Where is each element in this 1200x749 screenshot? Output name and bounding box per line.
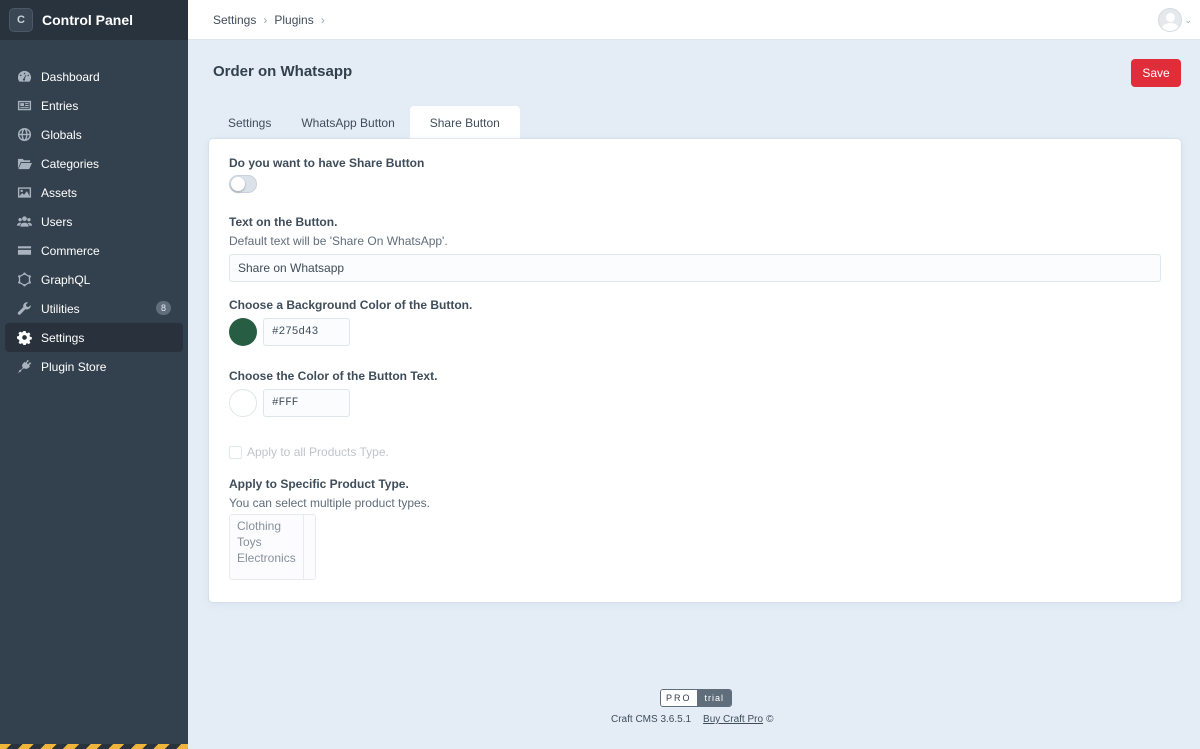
nav-label: Settings	[41, 330, 85, 345]
wrench-icon	[17, 301, 32, 316]
nav-label: Assets	[41, 185, 78, 200]
sidebar-header[interactable]: C Control Panel	[0, 0, 188, 40]
nav-label: Entries	[41, 98, 79, 113]
tab-whatsapp-button[interactable]: WhatsApp Button	[286, 106, 409, 140]
text-color-swatch[interactable]	[229, 389, 257, 417]
tab-bar: Settings WhatsApp Button Share Button	[213, 106, 520, 140]
content-pane: Do you want to have Share Button Text on…	[209, 139, 1181, 602]
utilities-badge: 8	[155, 301, 171, 315]
nav-item-entries[interactable]: Entries	[5, 91, 183, 120]
bg-color-label: Choose a Background Color of the Button.	[229, 298, 473, 312]
save-button[interactable]: Save	[1131, 59, 1181, 87]
bg-color-swatch[interactable]	[229, 318, 257, 346]
newspaper-icon	[17, 98, 32, 113]
option-electronics[interactable]: Electronics	[237, 550, 315, 566]
graphql-icon	[17, 272, 32, 287]
apply-all-checkbox[interactable]	[229, 445, 242, 459]
button-text-instructions: Default text will be 'Share On WhatsApp'…	[229, 234, 448, 248]
nav-label: Plugin Store	[41, 359, 107, 374]
nav-item-utilities[interactable]: Utilities 8	[5, 294, 183, 323]
product-types-label: Apply to Specific Product Type.	[229, 477, 409, 491]
nav-item-commerce[interactable]: Commerce	[5, 236, 183, 265]
plug-icon	[17, 359, 32, 374]
chevron-right-icon: ›	[320, 12, 325, 27]
nav-label: Globals	[41, 127, 82, 142]
nav-label: Commerce	[41, 243, 100, 258]
button-text-label: Text on the Button.	[229, 215, 338, 229]
footer: Craft CMS 3.6.5.1 Buy Craft Pro ©	[611, 714, 773, 725]
breadcrumb-plugins[interactable]: Plugins	[274, 13, 313, 27]
edition-pro: PRO	[661, 690, 697, 706]
option-clothing[interactable]: Clothing	[237, 518, 315, 534]
sidebar: C Control Panel Dashboard Entries Global…	[0, 0, 188, 749]
gauge-icon	[17, 69, 32, 84]
breadcrumb-settings[interactable]: Settings	[213, 13, 256, 27]
chevron-right-icon: ›	[263, 12, 268, 27]
chevron-down-icon: ⌄	[1184, 14, 1192, 25]
main-nav: Dashboard Entries Globals Categories Ass…	[0, 40, 188, 381]
gear-icon	[17, 330, 32, 345]
nav-item-settings[interactable]: Settings	[5, 323, 183, 352]
page-title: Order on Whatsapp	[213, 63, 353, 80]
text-color-input[interactable]	[263, 389, 350, 417]
tab-settings[interactable]: Settings	[213, 106, 286, 140]
edition-trial: trial	[696, 690, 732, 706]
nav-item-assets[interactable]: Assets	[5, 178, 183, 207]
product-types-multiselect[interactable]: Clothing Toys Electronics	[229, 514, 316, 580]
nav-label: Utilities	[41, 301, 80, 316]
user-menu[interactable]: ⌄	[1158, 8, 1192, 32]
product-types-instructions: You can select multiple product types.	[229, 496, 431, 510]
option-toys[interactable]: Toys	[237, 534, 315, 550]
tab-share-button[interactable]: Share Button	[409, 106, 520, 140]
nav-item-dashboard[interactable]: Dashboard	[5, 62, 183, 91]
trial-warning-stripe	[0, 744, 188, 749]
nav-item-categories[interactable]: Categories	[5, 149, 183, 178]
share-toggle-label: Do you want to have Share Button	[229, 156, 425, 170]
apply-all-label: Apply to all Products Type.	[247, 445, 389, 459]
folder-icon	[17, 156, 32, 171]
system-name[interactable]: Control Panel	[42, 12, 133, 28]
buy-craft-pro-link[interactable]: Buy Craft Pro	[703, 714, 763, 725]
system-logo-icon: C	[9, 8, 33, 32]
nav-item-plugin-store[interactable]: Plugin Store	[5, 352, 183, 381]
avatar	[1158, 8, 1183, 32]
text-color-label: Choose the Color of the Button Text.	[229, 369, 438, 383]
bg-color-input[interactable]	[263, 318, 350, 346]
button-text-input[interactable]	[229, 254, 1161, 282]
global-header: Settings › Plugins › ⌄	[188, 0, 1200, 40]
nav-label: GraphQL	[41, 272, 91, 287]
share-button-toggle[interactable]	[229, 175, 257, 193]
copyright-icon: ©	[766, 714, 774, 725]
credit-card-icon	[17, 243, 32, 258]
nav-label: Users	[41, 214, 73, 229]
nav-item-users[interactable]: Users	[5, 207, 183, 236]
version-text: Craft CMS 3.6.5.1	[611, 714, 692, 725]
users-icon	[17, 214, 32, 229]
nav-label: Dashboard	[41, 69, 100, 84]
nav-item-globals[interactable]: Globals	[5, 120, 183, 149]
nav-item-graphql[interactable]: GraphQL	[5, 265, 183, 294]
apply-all-row: Apply to all Products Type.	[229, 445, 389, 459]
nav-label: Categories	[41, 156, 100, 171]
image-icon	[17, 185, 32, 200]
globe-icon	[17, 127, 32, 142]
edition-badge[interactable]: PRO trial	[660, 689, 733, 707]
